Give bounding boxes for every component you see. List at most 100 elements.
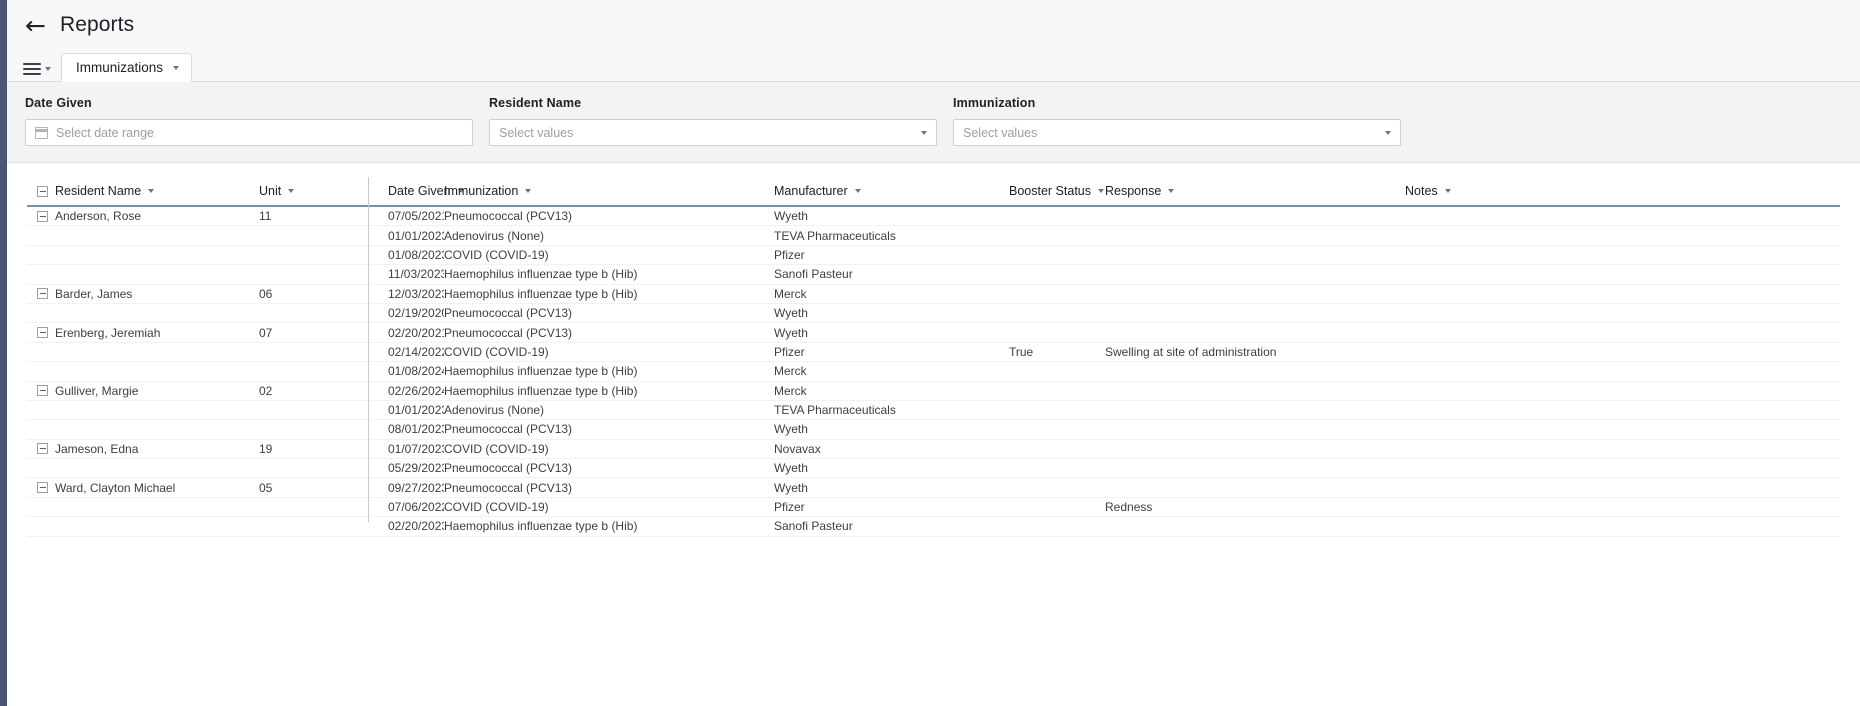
reports-page: ← Reports Immunizations Date Given Selec… — [0, 0, 1860, 706]
row-scroll-pane: 01/01/2023 Adenovirus (None) TEVA Pharmace… — [368, 229, 1840, 243]
table-row[interactable]: Barder, James 06 12/03/2023 Haemophilus inf… — [27, 285, 1840, 304]
collapse-group-icon[interactable] — [37, 210, 48, 222]
cell-date-given: 01/01/2023 — [388, 228, 444, 243]
table-row[interactable]: Ward, Clayton Michael 05 09/27/2023 Pneumoc… — [27, 478, 1840, 498]
chevron-down-icon[interactable] — [173, 65, 180, 70]
cell-resident-name: Gulliver, Margie — [27, 384, 259, 398]
sort-chevron-down-icon[interactable] — [1098, 189, 1104, 193]
arrow-left-icon[interactable]: ← — [25, 13, 46, 38]
cell-immunization: Pneumococcal (PCV13) — [444, 325, 573, 340]
table-row[interactable]: 02/20/2023 Haemophilus influenzae type b … — [27, 517, 1840, 537]
filter-label-immunization: Immunization — [953, 96, 1036, 110]
cell-date-given: 01/08/2024 — [388, 364, 444, 379]
sort-chevron-down-icon[interactable] — [1168, 189, 1175, 193]
table-row[interactable]: 02/14/2022 COVID (COVID-19) Pfizer True Swel… — [27, 343, 1840, 363]
collapse-group-icon[interactable] — [37, 482, 48, 494]
column-header-resident-name[interactable]: Resident Name — [27, 177, 259, 205]
cell-immunization: Pneumococcal (PCV13) — [444, 422, 573, 437]
date-range-input[interactable]: Select date range — [25, 119, 473, 146]
chevron-down-icon — [45, 67, 51, 71]
table-row[interactable]: 01/08/2023 COVID (COVID-19) Pfizer — [27, 246, 1840, 266]
immunization-select[interactable]: Select values — [953, 119, 1401, 146]
cell-immunization: Haemophilus influenzae type b (Hib) — [444, 383, 638, 398]
cell-resident-name: Erenberg, Jeremiah — [27, 326, 259, 340]
chevron-down-icon[interactable] — [921, 130, 927, 135]
tab-immunizations[interactable]: Immunizations — [61, 53, 193, 82]
collapse-group-icon[interactable] — [37, 385, 48, 397]
cell-manufacturer: Pfizer — [774, 344, 805, 359]
sort-chevron-down-icon[interactable] — [288, 189, 295, 193]
filter-label-resident-name: Resident Name — [489, 96, 582, 110]
table-row[interactable]: Gulliver, Margie 02 02/26/2024 Haemophilus … — [27, 382, 1840, 401]
report-menu-button[interactable] — [21, 63, 61, 81]
table-row[interactable]: 07/06/2022 COVID (COVID-19) Pfizer Redness — [27, 498, 1840, 518]
tab-label: Immunizations — [76, 60, 164, 75]
cell-immunization: Pneumococcal (PCV13) — [444, 306, 573, 321]
sort-chevron-down-icon[interactable] — [1444, 189, 1451, 193]
resident-name-placeholder: Select values — [499, 125, 574, 140]
column-header-notes[interactable]: Notes — [1405, 177, 1535, 205]
cell-unit: 06 — [259, 286, 273, 301]
collapse-all-icon[interactable] — [37, 185, 48, 197]
cell-immunization: Haemophilus influenzae type b (Hib) — [444, 267, 638, 282]
column-label-response: Response — [1105, 184, 1162, 198]
cell-immunization: COVID (COVID-19) — [444, 344, 549, 359]
row-scroll-pane: 01/07/2023 COVID (COVID-19) Novavax — [368, 442, 1840, 456]
column-label-date-given: Date Given — [388, 184, 451, 198]
cell-response: Swelling at site of administration — [1105, 344, 1277, 359]
column-header-booster-status[interactable]: Booster Status — [1009, 177, 1105, 205]
sort-chevron-down-icon[interactable] — [854, 189, 861, 193]
column-header-date-given[interactable]: Date Given — [369, 177, 464, 205]
cell-date-given: 05/29/2023 — [388, 461, 444, 476]
resident-name-text: Ward, Clayton Michael — [55, 480, 176, 495]
resident-name-text: Jameson, Edna — [55, 441, 139, 456]
row-scroll-pane: 11/03/2023 Haemophilus influenzae type b … — [368, 267, 1840, 281]
table-row[interactable]: 01/01/2023 Adenovirus (None) TEVA Pharmace… — [27, 226, 1840, 246]
column-label-resident-name: Resident Name — [55, 184, 142, 198]
sort-chevron-down-icon[interactable] — [525, 189, 532, 193]
table-row[interactable]: Erenberg, Jeremiah 07 02/20/2021 Pneumococc… — [27, 323, 1840, 343]
column-header-immunization[interactable]: Immunization — [444, 177, 774, 205]
sort-chevron-down-icon[interactable] — [148, 189, 155, 193]
immunizations-grid: Resident Name Unit Date Given Immunizati… — [27, 177, 1840, 537]
cell-date-given: 07/05/2021 — [388, 209, 444, 224]
resident-name-select[interactable]: Select values — [489, 119, 937, 146]
table-row[interactable]: 01/08/2024 Haemophilus influenzae type b … — [27, 362, 1840, 382]
cell-immunization: Pneumococcal (PCV13) — [444, 209, 573, 224]
table-row[interactable]: 01/01/2023 Adenovirus (None) TEVA Pharmace… — [27, 401, 1840, 421]
collapse-group-icon[interactable] — [37, 327, 48, 339]
cell-manufacturer: Merck — [774, 286, 807, 301]
cell-unit: 11 — [259, 209, 272, 224]
cell-manufacturer: Wyeth — [774, 209, 808, 224]
page-stage: ← Reports Immunizations Date Given Selec… — [7, 0, 1860, 706]
collapse-group-icon[interactable] — [37, 443, 48, 455]
column-label-unit: Unit — [259, 184, 282, 198]
column-header-manufacturer[interactable]: Manufacturer — [774, 177, 1009, 205]
cell-manufacturer: Wyeth — [774, 480, 808, 495]
table-row[interactable]: Jameson, Edna 19 01/07/2023 COVID (COVID-19… — [27, 440, 1840, 460]
cell-manufacturer: Sanofi Pasteur — [774, 519, 853, 534]
table-row[interactable]: 05/29/2023 Pneumococcal (PCV13) Wyeth — [27, 459, 1840, 479]
immunization-placeholder: Select values — [963, 125, 1038, 140]
cell-date-given: 01/08/2023 — [388, 247, 444, 262]
cell-unit: 19 — [259, 441, 273, 456]
cell-manufacturer: Novavax — [774, 441, 821, 456]
cell-resident-name: Ward, Clayton Michael — [27, 481, 259, 495]
row-frozen-pane: Jameson, Edna 19 — [27, 442, 368, 456]
table-row[interactable]: 11/03/2023 Haemophilus influenzae type b … — [27, 265, 1840, 285]
cell-date-given: 07/06/2022 — [388, 500, 444, 515]
cell-date-given: 11/03/2023 — [388, 267, 444, 282]
column-header-unit[interactable]: Unit — [259, 177, 358, 205]
cell-immunization: Pneumococcal (PCV13) — [444, 480, 573, 495]
chevron-down-icon[interactable] — [1385, 130, 1391, 135]
column-label-notes: Notes — [1405, 184, 1438, 198]
column-header-response[interactable]: Response — [1105, 177, 1405, 205]
collapse-group-icon[interactable] — [37, 288, 48, 300]
cell-response: Redness — [1105, 500, 1153, 515]
table-row[interactable]: 08/01/2023 Pneumococcal (PCV13) Wyeth — [27, 420, 1840, 440]
table-row[interactable]: 02/19/2020 Pneumococcal (PCV13) Wyeth — [27, 304, 1840, 324]
table-row[interactable]: Anderson, Rose 11 07/05/2021 Pneumococcal (… — [27, 207, 1840, 227]
row-frozen-pane: Barder, James 06 — [27, 287, 368, 301]
cell-manufacturer: TEVA Pharmaceuticals — [774, 403, 896, 418]
calendar-icon — [35, 126, 48, 139]
